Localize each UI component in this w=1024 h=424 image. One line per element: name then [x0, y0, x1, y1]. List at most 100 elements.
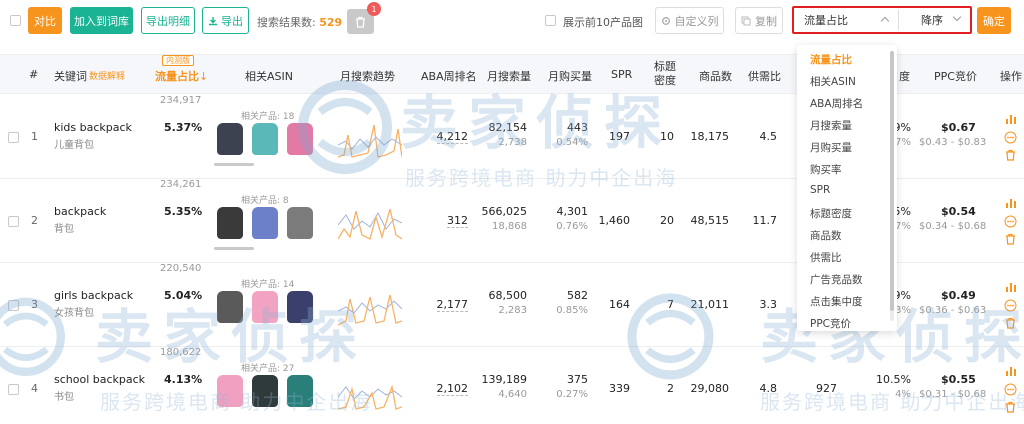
spr-value: 339 [609, 382, 630, 395]
aba-rank-value[interactable]: 2,102 [436, 382, 468, 396]
product-thumbnail[interactable] [287, 123, 313, 155]
dropdown-option[interactable]: 流量占比 [810, 52, 852, 67]
product-thumbnail[interactable] [217, 123, 243, 155]
table-row[interactable]: 4 school backpack 书包 4.13% 180,622 相关产品: 27 2… [0, 347, 1024, 424]
header-product-count[interactable]: 商品数 [699, 68, 732, 84]
title-density-value: 20 [660, 214, 674, 227]
thumbnail-scrollbar[interactable] [214, 247, 254, 250]
keyword-link[interactable]: school backpack [54, 373, 145, 386]
confirm-button[interactable]: 确定 [977, 7, 1011, 34]
dropdown-option[interactable]: 广告竞品数 [810, 272, 863, 287]
export-detail-button[interactable]: 导出明细 [141, 7, 195, 34]
header-ppc-bid[interactable]: PPC竞价 [934, 68, 977, 84]
purchase-rate: 0.54% [556, 137, 588, 148]
product-thumbnail[interactable] [252, 291, 278, 323]
keyword-link[interactable]: kids backpack [54, 121, 132, 134]
bar-chart-icon[interactable] [1005, 365, 1017, 377]
purchase-rate: 0.85% [556, 305, 588, 316]
search-trend-sparkline[interactable] [338, 283, 402, 327]
select-all-checkbox[interactable] [10, 15, 21, 26]
purchase-rate: 0.76% [556, 221, 588, 232]
sort-field-select[interactable]: 流量占比 [794, 8, 898, 32]
header-title-density[interactable]: 标题 密度 [654, 60, 676, 88]
product-thumbnail[interactable] [287, 375, 313, 407]
purchase-value: 375 [567, 373, 588, 386]
header-operation: 操作 [1000, 70, 1022, 83]
copy-button[interactable]: 复制 [735, 7, 783, 34]
dropdown-scrollbar[interactable] [890, 51, 894, 311]
trash-icon[interactable] [1005, 149, 1016, 161]
product-thumbnail[interactable] [287, 291, 313, 323]
row-checkbox[interactable] [8, 384, 19, 395]
supply-demand-value: 4.8 [759, 382, 778, 395]
row-checkbox[interactable] [8, 300, 19, 311]
bar-chart-icon[interactable] [1005, 281, 1017, 293]
header-monthly-purchase[interactable]: 月购买量 [548, 68, 592, 84]
row-checkbox[interactable] [8, 132, 19, 143]
more-icon[interactable] [1004, 215, 1017, 228]
product-thumbnail[interactable] [287, 207, 313, 239]
dropdown-option[interactable]: PPC竞价 [810, 316, 851, 331]
dropdown-option[interactable]: 点击集中度 [810, 294, 863, 309]
dropdown-option[interactable]: 供需比 [810, 250, 842, 265]
thumbnail-scrollbar[interactable] [214, 163, 254, 166]
gear-icon [661, 16, 670, 25]
row-checkbox[interactable] [8, 216, 19, 227]
header-traffic-share[interactable]: 流量占比↓ [155, 68, 208, 84]
dropdown-option[interactable]: 月搜索量 [810, 118, 852, 133]
product-thumbnail[interactable] [217, 375, 243, 407]
aba-rank-value[interactable]: 4,212 [436, 130, 468, 144]
dropdown-option[interactable]: SPR [810, 184, 830, 196]
dropdown-option[interactable]: 标题密度 [810, 206, 852, 221]
search-trend-sparkline[interactable] [338, 199, 402, 243]
product-count-value: 21,011 [690, 298, 730, 311]
ppc-bid-value: $0.49 [941, 289, 976, 302]
aba-rank-value[interactable]: 312 [447, 214, 468, 228]
custom-columns-label: 自定义列 [674, 14, 719, 28]
product-thumbnail[interactable] [252, 123, 278, 155]
ppc-bid-range: $0.34 - $0.68 [919, 221, 987, 232]
header-supply-demand[interactable]: 供需比 [748, 68, 781, 84]
header-click-concentration[interactable]: 度 [899, 68, 910, 84]
search-volume-sub: 4,640 [498, 389, 527, 400]
trash-icon[interactable] [1005, 233, 1016, 245]
supply-demand-value: 4.5 [759, 130, 778, 143]
aba-rank-value[interactable]: 2,177 [436, 298, 468, 312]
search-trend-sparkline[interactable] [338, 367, 402, 411]
product-thumbnail[interactable] [217, 207, 243, 239]
keyword-translation: 书包 [54, 392, 74, 403]
header-spr[interactable]: SPR [611, 68, 632, 81]
header-monthly-search-volume[interactable]: 月搜索量 [487, 68, 531, 84]
dropdown-option[interactable]: 月购买量 [810, 140, 852, 155]
header-related-asin: 相关ASIN [245, 70, 293, 83]
keyword-link[interactable]: backpack [54, 205, 106, 218]
dropdown-option[interactable]: 商品数 [810, 228, 842, 243]
more-icon[interactable] [1004, 383, 1017, 396]
bar-chart-icon[interactable] [1005, 197, 1017, 209]
export-button[interactable]: 导出 [202, 7, 249, 34]
more-icon[interactable] [1004, 299, 1017, 312]
trash-icon[interactable] [1005, 401, 1016, 413]
more-icon[interactable] [1004, 131, 1017, 144]
product-thumbnail[interactable] [217, 291, 243, 323]
title-density-value: 2 [667, 382, 674, 395]
traffic-share-pct: 5.35% [164, 205, 203, 218]
search-trend-sparkline[interactable] [338, 115, 402, 159]
trash-icon[interactable] [1005, 317, 1016, 329]
product-thumbnail[interactable] [252, 375, 278, 407]
bar-chart-icon[interactable] [1005, 113, 1017, 125]
header-aba-rank[interactable]: ABA周排名 [421, 68, 477, 84]
data-explain-link[interactable]: 数据解释 [89, 69, 125, 82]
dropdown-option[interactable]: ABA周排名 [810, 96, 863, 111]
custom-columns-button[interactable]: 自定义列 [655, 7, 724, 34]
product-thumbnail[interactable] [252, 207, 278, 239]
dropdown-option[interactable]: 购买率 [810, 162, 842, 177]
keyword-link[interactable]: girls backpack [54, 289, 133, 302]
header-index: # [29, 68, 39, 81]
search-volume-value: 68,500 [488, 289, 528, 302]
dropdown-option[interactable]: 相关ASIN [810, 74, 856, 89]
compare-button[interactable]: 对比 [28, 7, 62, 34]
show-top10-checkbox[interactable] [545, 15, 556, 26]
add-to-lexicon-button[interactable]: 加入到词库 [70, 7, 133, 34]
sort-order-select[interactable]: 降序 [899, 8, 970, 32]
